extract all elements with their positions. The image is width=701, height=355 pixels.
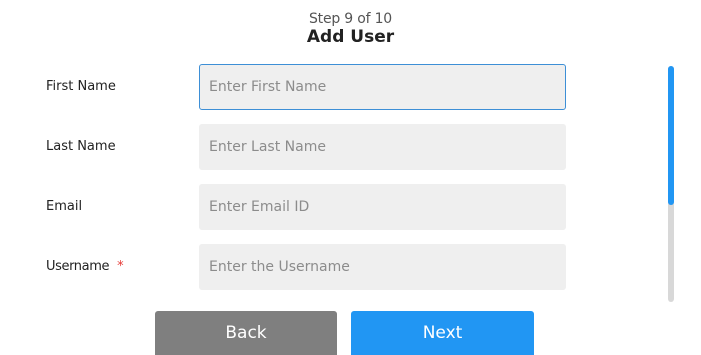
form-scrollbar[interactable]: [668, 66, 674, 302]
first-name-row: First Name: [0, 64, 701, 110]
page-title: Add User: [306, 27, 395, 47]
email-row: Email: [0, 184, 701, 230]
scrollbar-thumb[interactable]: [668, 66, 674, 205]
email-label: Email: [46, 199, 83, 214]
add-user-wizard: Step 9 of 10 Add User First Name Last Na…: [0, 0, 701, 355]
last-name-row: Last Name: [0, 124, 701, 170]
next-button[interactable]: Next: [351, 311, 534, 355]
back-button[interactable]: Back: [155, 311, 337, 355]
username-label: Username: [46, 259, 110, 274]
username-row: Username *: [0, 244, 701, 290]
username-input[interactable]: [199, 244, 566, 290]
step-indicator: Step 9 of 10: [308, 11, 393, 27]
last-name-input[interactable]: [199, 124, 566, 170]
first-name-label: First Name: [46, 79, 116, 94]
email-input[interactable]: [199, 184, 566, 230]
required-marker: *: [117, 259, 124, 274]
last-name-label: Last Name: [46, 139, 116, 154]
username-label-group: Username *: [46, 259, 124, 274]
first-name-input[interactable]: [199, 64, 566, 110]
wizard-header: Step 9 of 10 Add User: [0, 11, 701, 47]
